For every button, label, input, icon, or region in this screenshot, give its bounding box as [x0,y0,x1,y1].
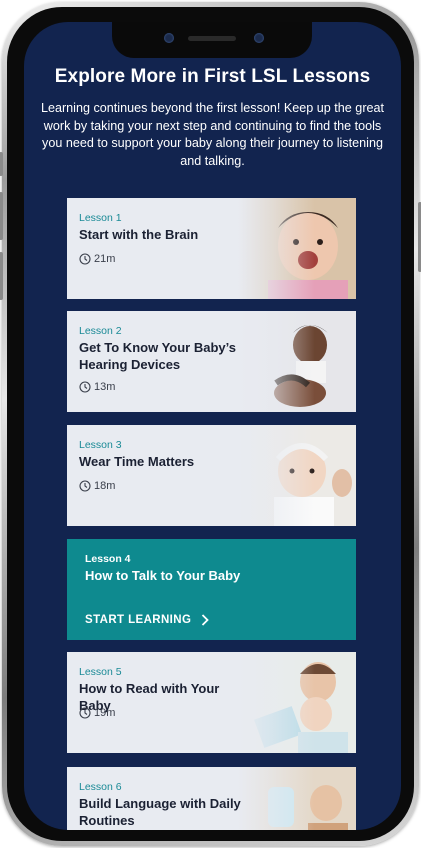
lesson-duration: 21m [79,253,115,265]
start-learning-label: START LEARNING [85,614,192,626]
sensor-icon [164,33,174,43]
volume-down-button [0,252,3,300]
lesson-duration: 13m [79,381,115,393]
lesson-title: Get To Know Your Baby’s Hearing Devices [79,340,236,372]
duration-text: 18m [94,480,116,492]
chevron-right-icon [202,614,210,626]
lesson-card-2[interactable]: Lesson 2 Get To Know Your Baby’s Hearing… [67,311,356,412]
clock-icon [79,253,91,265]
camera-icon [254,33,264,43]
lesson-number: Lesson 5 [79,666,122,678]
duration-text: 13m [94,381,116,393]
lesson-card-4-active[interactable]: Lesson 4 How to Talk to Your Baby START … [67,539,356,640]
speaker-grille [188,36,236,41]
lesson-card-6[interactable]: Lesson 6 Build Language with Daily Routi… [67,767,356,830]
duration-text: 19m [94,707,116,719]
phone-frame: Explore More in First LSL Lessons Learni… [0,2,421,846]
notch [112,22,312,58]
lesson-number: Lesson 6 [79,781,122,793]
lesson-card-5[interactable]: Lesson 5 How to Read with Your Baby 19m [67,652,356,753]
intro-text: Learning continues beyond the first less… [40,101,385,168]
lesson-title: Build Language with Daily Routines [79,796,241,828]
lesson-title: Start with the Brain [79,227,199,242]
clock-icon [79,707,91,719]
lesson-2-photo [238,311,356,412]
start-learning-button[interactable]: START LEARNING [85,614,210,626]
lesson-title: How to Talk to Your Baby [85,568,241,583]
screen: Explore More in First LSL Lessons Learni… [24,22,401,830]
page-title: Explore More in First LSL Lessons [54,66,371,87]
lesson-card-3[interactable]: Lesson 3 Wear Time Matters 18m [67,425,356,526]
lesson-3-photo [238,425,356,526]
lesson-number: Lesson 2 [79,325,122,337]
clock-icon [79,480,91,492]
lesson-number: Lesson 1 [79,212,122,224]
lesson-duration: 18m [79,480,115,492]
duration-text: 21m [94,253,116,265]
mute-switch [0,152,3,176]
lesson-number: Lesson 4 [85,553,131,565]
lesson-duration: 19m [79,707,115,719]
lesson-1-photo [238,198,356,299]
volume-up-button [0,192,3,240]
lesson-number: Lesson 3 [79,439,122,451]
clock-icon [79,381,91,393]
lesson-6-photo [238,767,356,830]
lesson-card-1[interactable]: Lesson 1 Start with the Brain 21m [67,198,356,299]
lesson-title: Wear Time Matters [79,454,195,469]
lesson-5-photo [238,652,356,753]
